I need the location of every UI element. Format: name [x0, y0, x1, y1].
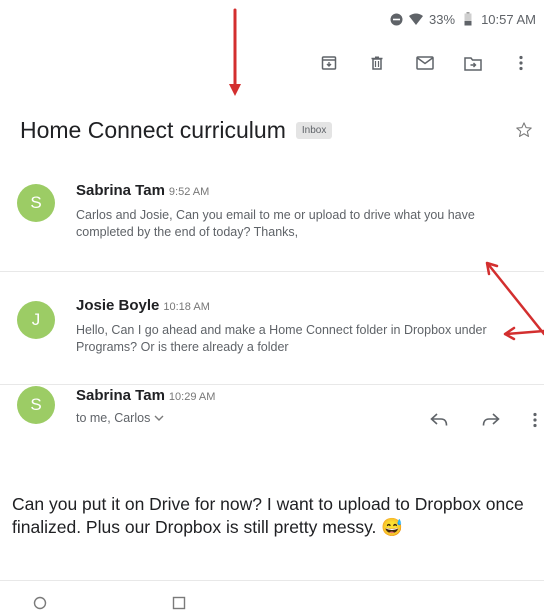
- system-nav-bar: [0, 580, 544, 614]
- message-time: 10:29 AM: [168, 391, 216, 403]
- battery-percent: 33%: [429, 11, 456, 27]
- expanded-message: S Sabrina Tam 10:29 AM to me, Carlos: [0, 384, 544, 580]
- recipients-toggle[interactable]: to me, Carlos: [76, 411, 164, 425]
- arrowhead: [229, 84, 241, 96]
- message-toolbar: [316, 48, 534, 78]
- message-item[interactable]: J Josie Boyle 10:18 AM Hello, Can I go ah…: [0, 271, 544, 385]
- message-item[interactable]: S Sabrina Tam 9:52 AM Carlos and Josie, C…: [0, 168, 544, 272]
- avatar[interactable]: J: [17, 301, 55, 339]
- message-snippet: Hello, Can I go ahead and make a Home Co…: [76, 323, 487, 354]
- status-bar: 33% 10:57 AM: [389, 6, 536, 32]
- sender-line: Sabrina Tam 9:52 AM: [76, 182, 209, 199]
- message-snippet: Carlos and Josie, Can you email to me or…: [76, 208, 475, 239]
- more-vert-icon[interactable]: [508, 50, 534, 76]
- forward-icon[interactable]: [478, 407, 504, 433]
- chevron-down-icon: [154, 411, 164, 425]
- sender-name: Josie Boyle: [76, 297, 160, 314]
- mark-unread-icon[interactable]: [412, 50, 438, 76]
- reply-icon[interactable]: [426, 407, 452, 433]
- message-time: 9:52 AM: [168, 186, 210, 198]
- recents-icon[interactable]: [171, 595, 187, 611]
- sender-name: Sabrina Tam: [76, 182, 165, 199]
- home-icon[interactable]: [32, 595, 48, 611]
- sender-line: Sabrina Tam 10:29 AM: [76, 387, 215, 404]
- battery-icon: [461, 12, 475, 26]
- recipients-text: to me, Carlos: [76, 411, 151, 425]
- email-subject: Home Connect curriculum: [20, 116, 286, 143]
- avatar[interactable]: S: [17, 184, 55, 222]
- wifi-icon: [409, 12, 424, 26]
- message-body: Can you put it on Drive for now? I want …: [12, 494, 524, 537]
- star-icon[interactable]: [512, 118, 536, 142]
- subject-row: Home Connect curriculum Inbox: [20, 112, 536, 148]
- delete-icon[interactable]: [364, 50, 390, 76]
- avatar[interactable]: S: [17, 386, 55, 424]
- dnd-icon: [389, 12, 403, 26]
- archive-icon[interactable]: [316, 50, 342, 76]
- sender-line: Josie Boyle 10:18 AM: [76, 297, 210, 314]
- status-time: 10:57 AM: [481, 11, 536, 27]
- message-time: 10:18 AM: [163, 301, 210, 313]
- sender-name: Sabrina Tam: [76, 387, 165, 404]
- inbox-label[interactable]: Inbox: [295, 121, 333, 139]
- move-to-icon[interactable]: [460, 50, 486, 76]
- message-more-icon[interactable]: [522, 407, 544, 433]
